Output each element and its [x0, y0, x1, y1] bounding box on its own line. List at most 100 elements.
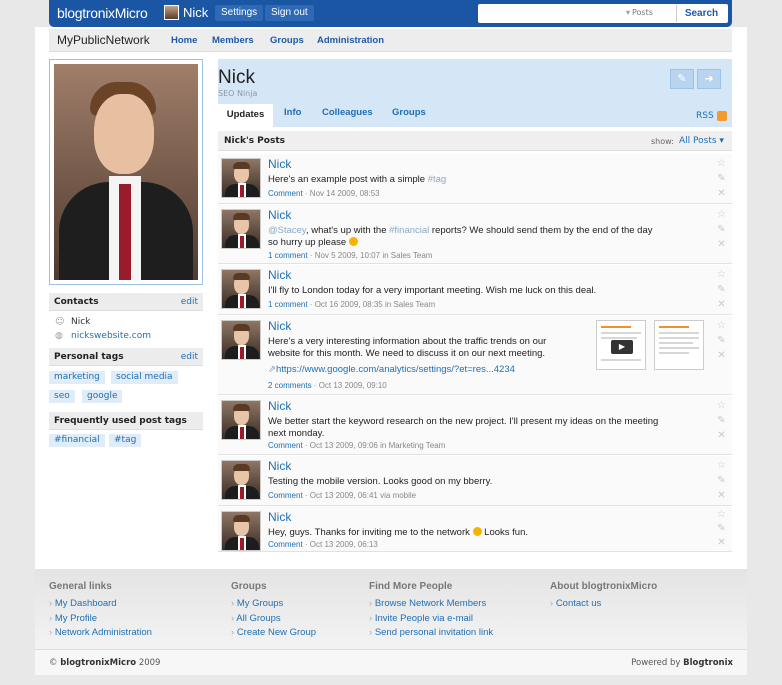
footer-link-invitation-link[interactable]: Send personal invitation link [369, 627, 493, 638]
video-thumbnail[interactable]: ▶ [596, 320, 646, 370]
post-author-avatar[interactable] [221, 320, 261, 360]
edit-post-icon[interactable]: ✎ [716, 173, 727, 184]
show-filter-select[interactable]: All Posts ▾ [679, 136, 724, 146]
post-hashtag[interactable]: #tag [428, 174, 447, 185]
search-scope-chevron-icon[interactable]: ▾ [626, 8, 630, 17]
footer-link-my-profile[interactable]: My Profile [49, 613, 97, 624]
tab-colleagues[interactable]: Colleagues [322, 107, 373, 118]
post-comment-link[interactable]: 1 comment [268, 251, 308, 260]
contacts-edit-link[interactable]: edit [181, 297, 198, 307]
delete-post-icon[interactable]: ✕ [716, 490, 727, 501]
post-author-name[interactable]: Nick [268, 319, 291, 333]
footer-link-invite-email[interactable]: Invite People via e-mail [369, 613, 473, 624]
nav-administration[interactable]: Administration [317, 35, 384, 46]
current-user-name[interactable]: Nick [183, 5, 208, 20]
delete-post-icon[interactable]: ✕ [716, 350, 727, 361]
personal-tags-header: Personal tags edit [49, 348, 203, 366]
post-comment-link[interactable]: Comment [268, 441, 303, 450]
post-author-name[interactable]: Nick [268, 399, 291, 413]
edit-post-icon[interactable]: ✎ [716, 523, 727, 534]
favorite-star-icon[interactable]: ☆ [716, 509, 727, 520]
edit-post-icon[interactable]: ✎ [716, 335, 727, 346]
post-author-avatar[interactable] [221, 209, 261, 249]
post-author-avatar[interactable] [221, 460, 261, 500]
footer-link-all-groups[interactable]: All Groups [231, 613, 280, 624]
post-comment-link[interactable]: 2 comments [268, 381, 312, 390]
rss-link[interactable]: RSS [696, 111, 714, 121]
send-message-button[interactable]: ➜ [697, 69, 721, 89]
favorite-star-icon[interactable]: ☆ [716, 269, 727, 280]
post-comment-link[interactable]: Comment [268, 491, 303, 500]
post-author-name[interactable]: Nick [268, 268, 291, 282]
tab-info[interactable]: Info [284, 107, 301, 118]
delete-post-icon[interactable]: ✕ [716, 188, 727, 199]
post-author-name[interactable]: Nick [268, 510, 291, 524]
favorite-star-icon[interactable]: ☆ [716, 158, 727, 169]
tab-groups[interactable]: Groups [392, 107, 426, 118]
post-author-avatar[interactable] [221, 400, 261, 440]
edit-profile-button[interactable]: ✎ [670, 69, 694, 89]
tag-tag[interactable]: #tag [109, 434, 142, 447]
nav-groups[interactable]: Groups [270, 35, 304, 46]
settings-link[interactable]: Settings [215, 5, 264, 21]
personal-tags-edit-link[interactable]: edit [181, 352, 198, 362]
tag-seo[interactable]: seo [49, 390, 75, 403]
post-author-avatar[interactable] [221, 158, 261, 198]
post-context[interactable]: Sales Team [391, 251, 433, 260]
tab-updates[interactable]: Updates [218, 104, 273, 127]
delete-post-icon[interactable]: ✕ [716, 299, 727, 310]
favorite-star-icon[interactable]: ☆ [716, 209, 727, 220]
footer-link-browse-members[interactable]: Browse Network Members [369, 598, 486, 609]
tag-marketing[interactable]: marketing [49, 371, 105, 384]
footer-link-my-groups[interactable]: My Groups [231, 598, 283, 609]
user-avatar[interactable] [164, 5, 179, 20]
tag-google[interactable]: google [82, 390, 123, 403]
profile-job-title: SEO Ninja [218, 89, 258, 98]
post-tags-header: Frequently used post tags [49, 412, 203, 430]
post-hashtag[interactable]: #financial [389, 225, 429, 236]
nav-members[interactable]: Members [212, 35, 254, 46]
delete-post-icon[interactable]: ✕ [716, 430, 727, 441]
delete-post-icon[interactable]: ✕ [716, 239, 727, 250]
app-logo[interactable]: blogtronixMicro [57, 5, 148, 21]
footer-link-contact-us[interactable]: Contact us [550, 598, 601, 609]
tag-social-media[interactable]: social media [111, 371, 178, 384]
post-author-avatar[interactable] [221, 269, 261, 309]
network-name[interactable]: MyPublicNetwork [57, 33, 150, 47]
sign-out-link[interactable]: Sign out [265, 5, 314, 21]
post-comment-link[interactable]: Comment [268, 189, 303, 198]
post-link[interactable]: ⇗https://www.google.com/analytics/settin… [268, 364, 515, 376]
edit-post-icon[interactable]: ✎ [716, 415, 727, 426]
search-button[interactable]: Search [676, 5, 726, 22]
footer-link-create-new-group[interactable]: Create New Group [231, 627, 316, 638]
tag-financial[interactable]: #financial [49, 434, 105, 447]
contact-website-link[interactable]: nickswebsite.com [71, 331, 151, 341]
post-author-name[interactable]: Nick [268, 157, 291, 171]
post-author-avatar[interactable] [221, 511, 261, 551]
post-mention[interactable]: @Stacey [268, 225, 306, 236]
nav-home[interactable]: Home [171, 35, 197, 46]
edit-post-icon[interactable]: ✎ [716, 284, 727, 295]
edit-post-icon[interactable]: ✎ [716, 224, 727, 235]
post-author-name[interactable]: Nick [268, 208, 291, 222]
favorite-star-icon[interactable]: ☆ [716, 400, 727, 411]
delete-post-icon[interactable]: ✕ [716, 537, 727, 548]
powered-by[interactable]: Powered by Blogtronix [631, 658, 733, 668]
image-thumbnail[interactable] [654, 320, 704, 370]
edit-post-icon[interactable]: ✎ [716, 475, 727, 486]
play-icon[interactable]: ▶ [611, 340, 633, 354]
post-comment-link[interactable]: Comment [268, 540, 303, 549]
search-input[interactable] [480, 6, 620, 21]
post-author-name[interactable]: Nick [268, 459, 291, 473]
post-context[interactable]: Marketing Team [389, 441, 446, 450]
footer-link-network-administration[interactable]: Network Administration [49, 627, 152, 638]
post-context[interactable]: Sales Team [393, 300, 435, 309]
external-link-icon: ⇗ [268, 364, 276, 375]
search-scope-select[interactable]: Posts [632, 8, 653, 17]
post-comment-link[interactable]: 1 comment [268, 300, 308, 309]
copyright: © blogtronixMicro 2009 [49, 658, 161, 668]
rss-icon[interactable] [717, 111, 727, 121]
favorite-star-icon[interactable]: ☆ [716, 460, 727, 471]
favorite-star-icon[interactable]: ☆ [716, 320, 727, 331]
footer-link-my-dashboard[interactable]: My Dashboard [49, 598, 117, 609]
